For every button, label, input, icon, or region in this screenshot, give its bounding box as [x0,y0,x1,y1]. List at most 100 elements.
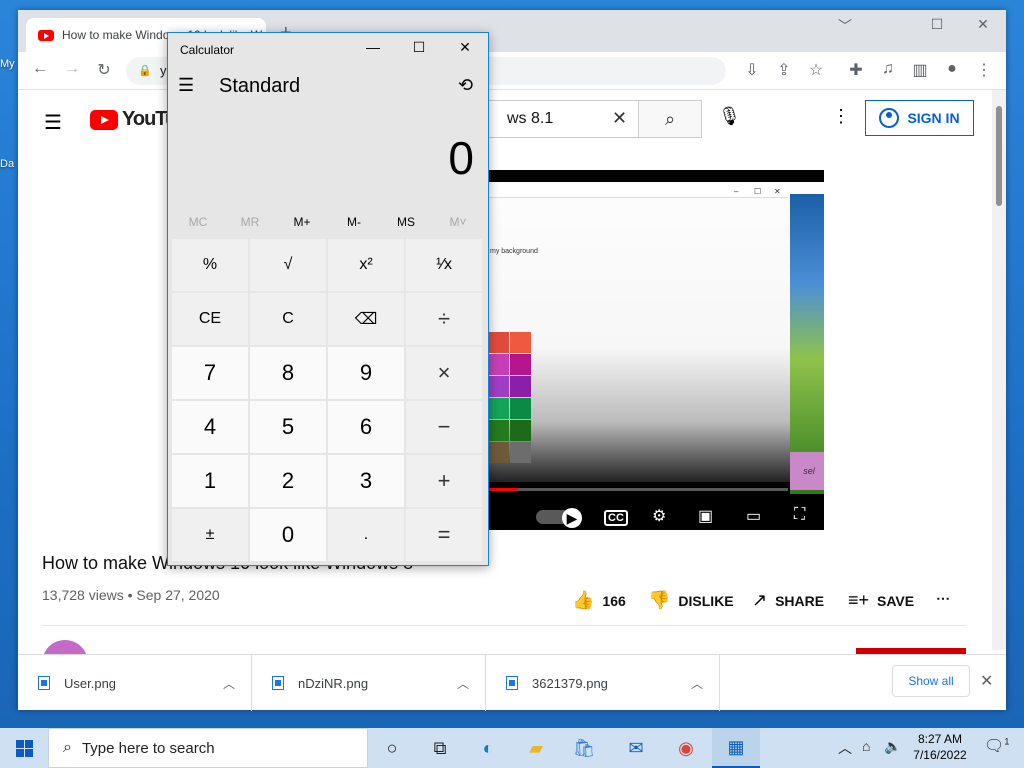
calc-key[interactable]: ⌫ [328,293,404,345]
profile-icon[interactable]: ● [940,60,964,78]
dislike-button[interactable]: 👎 DISLIKE [648,590,734,611]
side-panel-icon[interactable]: ▥ [908,60,932,80]
taskbar-search-box[interactable]: ⌕ Type here to search [48,728,368,768]
cortana-icon[interactable]: ○ [368,728,416,768]
download-item[interactable]: nDziNR.png ︿ [252,655,486,711]
save-label: SAVE [877,592,915,609]
download-item[interactable]: 3621379.png ︿ [486,655,720,711]
calc-key[interactable]: 7 [172,347,248,399]
memory-button-ms[interactable]: MS [380,211,432,233]
taskbar-search-placeholder: Type here to search [81,739,215,757]
account-icon [879,108,900,128]
sign-in-button[interactable]: SIGN IN [865,100,974,136]
fullscreen-icon[interactable]: ⛶ [794,506,805,524]
edge-icon[interactable]: ◐ [464,728,512,768]
calc-key[interactable]: 5 [250,401,326,453]
volume-icon[interactable]: 🔈 [884,738,901,755]
calc-key[interactable]: % [172,239,248,291]
color-swatch [488,420,509,441]
calc-key[interactable]: ± [172,509,248,561]
video-player[interactable]: – ☐ ✕ my background sel ▶ CC ⚙ ▣ ▭ ⛶ [488,170,824,530]
calc-key[interactable]: 8 [250,347,326,399]
search-button[interactable]: ⌕ [638,100,702,138]
back-icon[interactable]: ← [28,60,52,78]
reload-icon[interactable]: ↻ [92,60,116,80]
settings-gear-icon[interactable]: ⚙ [652,506,666,526]
memory-button-mminus[interactable]: M- [328,211,380,233]
calc-key[interactable]: 2 [250,455,326,507]
history-icon[interactable]: ⟲ [458,75,473,96]
bookmark-star-icon[interactable]: ☆ [804,60,828,80]
calc-key[interactable]: √ [250,239,326,291]
system-clock[interactable]: 8:27 AM 7/16/2022 [906,731,974,763]
file-explorer-icon[interactable]: ▰ [512,728,560,768]
calculator-display: 0 [448,132,474,184]
network-icon[interactable]: ⌂ [862,738,870,754]
chevron-up-icon[interactable]: ︿ [691,675,703,692]
maximize-button[interactable]: ☐ [914,16,960,33]
calc-key[interactable]: − [406,401,482,453]
media-icon[interactable]: ♫ [876,60,900,78]
calc-key[interactable]: x² [328,239,404,291]
microphone-icon[interactable]: 🎙 [718,106,741,127]
calculator-titlebar[interactable]: Calculator — ☐ ✕ [168,33,488,65]
forward-icon[interactable]: → [60,60,84,78]
show-all-button[interactable]: Show all [892,665,970,697]
youtube-favicon-icon [38,29,54,41]
settings-menu-icon[interactable]: ⋮ [832,106,850,127]
tab-search-icon[interactable]: ﹀ [822,16,868,36]
theater-mode-icon[interactable]: ▭ [746,506,761,526]
store-icon[interactable]: 🛍 [560,728,608,768]
minimize-icon[interactable]: — [350,39,396,55]
start-button[interactable] [0,728,48,768]
chevron-up-icon[interactable]: ︿ [457,675,469,692]
calc-key[interactable]: 6 [328,401,404,453]
save-button[interactable]: ≡+ SAVE [848,590,914,611]
share-button[interactable]: ↗ SHARE [752,590,824,611]
show-hidden-icons-icon[interactable]: ︿ [838,738,852,758]
calc-key[interactable]: 3 [328,455,404,507]
close-download-bar-icon[interactable]: ✕ [980,671,993,691]
captions-icon[interactable]: CC [604,510,628,526]
install-icon[interactable]: ⇩ [740,60,764,80]
chrome-icon[interactable]: ◉ [662,728,710,768]
autoplay-icon[interactable]: ▶ [562,508,582,528]
calc-key[interactable]: . [328,509,404,561]
calc-key[interactable]: 4 [172,401,248,453]
calc-key[interactable]: 1 [172,455,248,507]
video-color-swatches [488,332,531,463]
calc-key[interactable]: + [406,455,482,507]
calc-key[interactable]: ÷ [406,293,482,345]
calc-key[interactable]: C [250,293,326,345]
youtube-play-icon [90,109,118,130]
like-button[interactable]: 👍 166 [572,590,626,611]
close-browser-button[interactable]: ✕ [960,16,1006,33]
navigation-menu-icon[interactable]: ☰ [178,75,194,96]
calc-key[interactable]: CE [172,293,248,345]
download-item[interactable]: User.png ︿ [18,655,252,711]
mail-icon[interactable]: ✉ [612,728,660,768]
share-page-icon[interactable]: ⇪ [772,60,796,80]
video-progress-bar[interactable] [488,488,788,491]
calc-key[interactable]: ¹⁄x [406,239,482,291]
task-view-icon[interactable]: ⧉ [416,728,464,768]
scrollbar-thumb[interactable] [996,106,1002,206]
calc-key[interactable]: = [406,509,482,561]
calc-key[interactable]: 9 [328,347,404,399]
guide-menu-icon[interactable]: ☰ [44,110,62,135]
maximize-icon[interactable]: ☐ [396,39,442,56]
close-icon[interactable]: ✕ [442,39,488,56]
notification-center-icon[interactable]: 🗨1 [984,736,1009,756]
extensions-icon[interactable]: ✚ [844,60,868,80]
more-actions-button[interactable]: ⋯ [936,590,950,607]
page-scrollbar[interactable] [992,90,1006,650]
calc-key[interactable]: 0 [250,509,326,561]
calculator-taskbar-icon[interactable]: ▦ [712,728,760,768]
chrome-menu-icon[interactable]: ⋮ [972,60,996,80]
memory-button-mc: MC [188,215,208,229]
miniplayer-icon[interactable]: ▣ [698,506,713,526]
memory-button-mplus[interactable]: M+ [276,211,328,233]
clear-search-icon[interactable]: ✕ [612,108,627,129]
calc-key[interactable]: × [406,347,482,399]
chevron-up-icon[interactable]: ︿ [223,675,235,692]
